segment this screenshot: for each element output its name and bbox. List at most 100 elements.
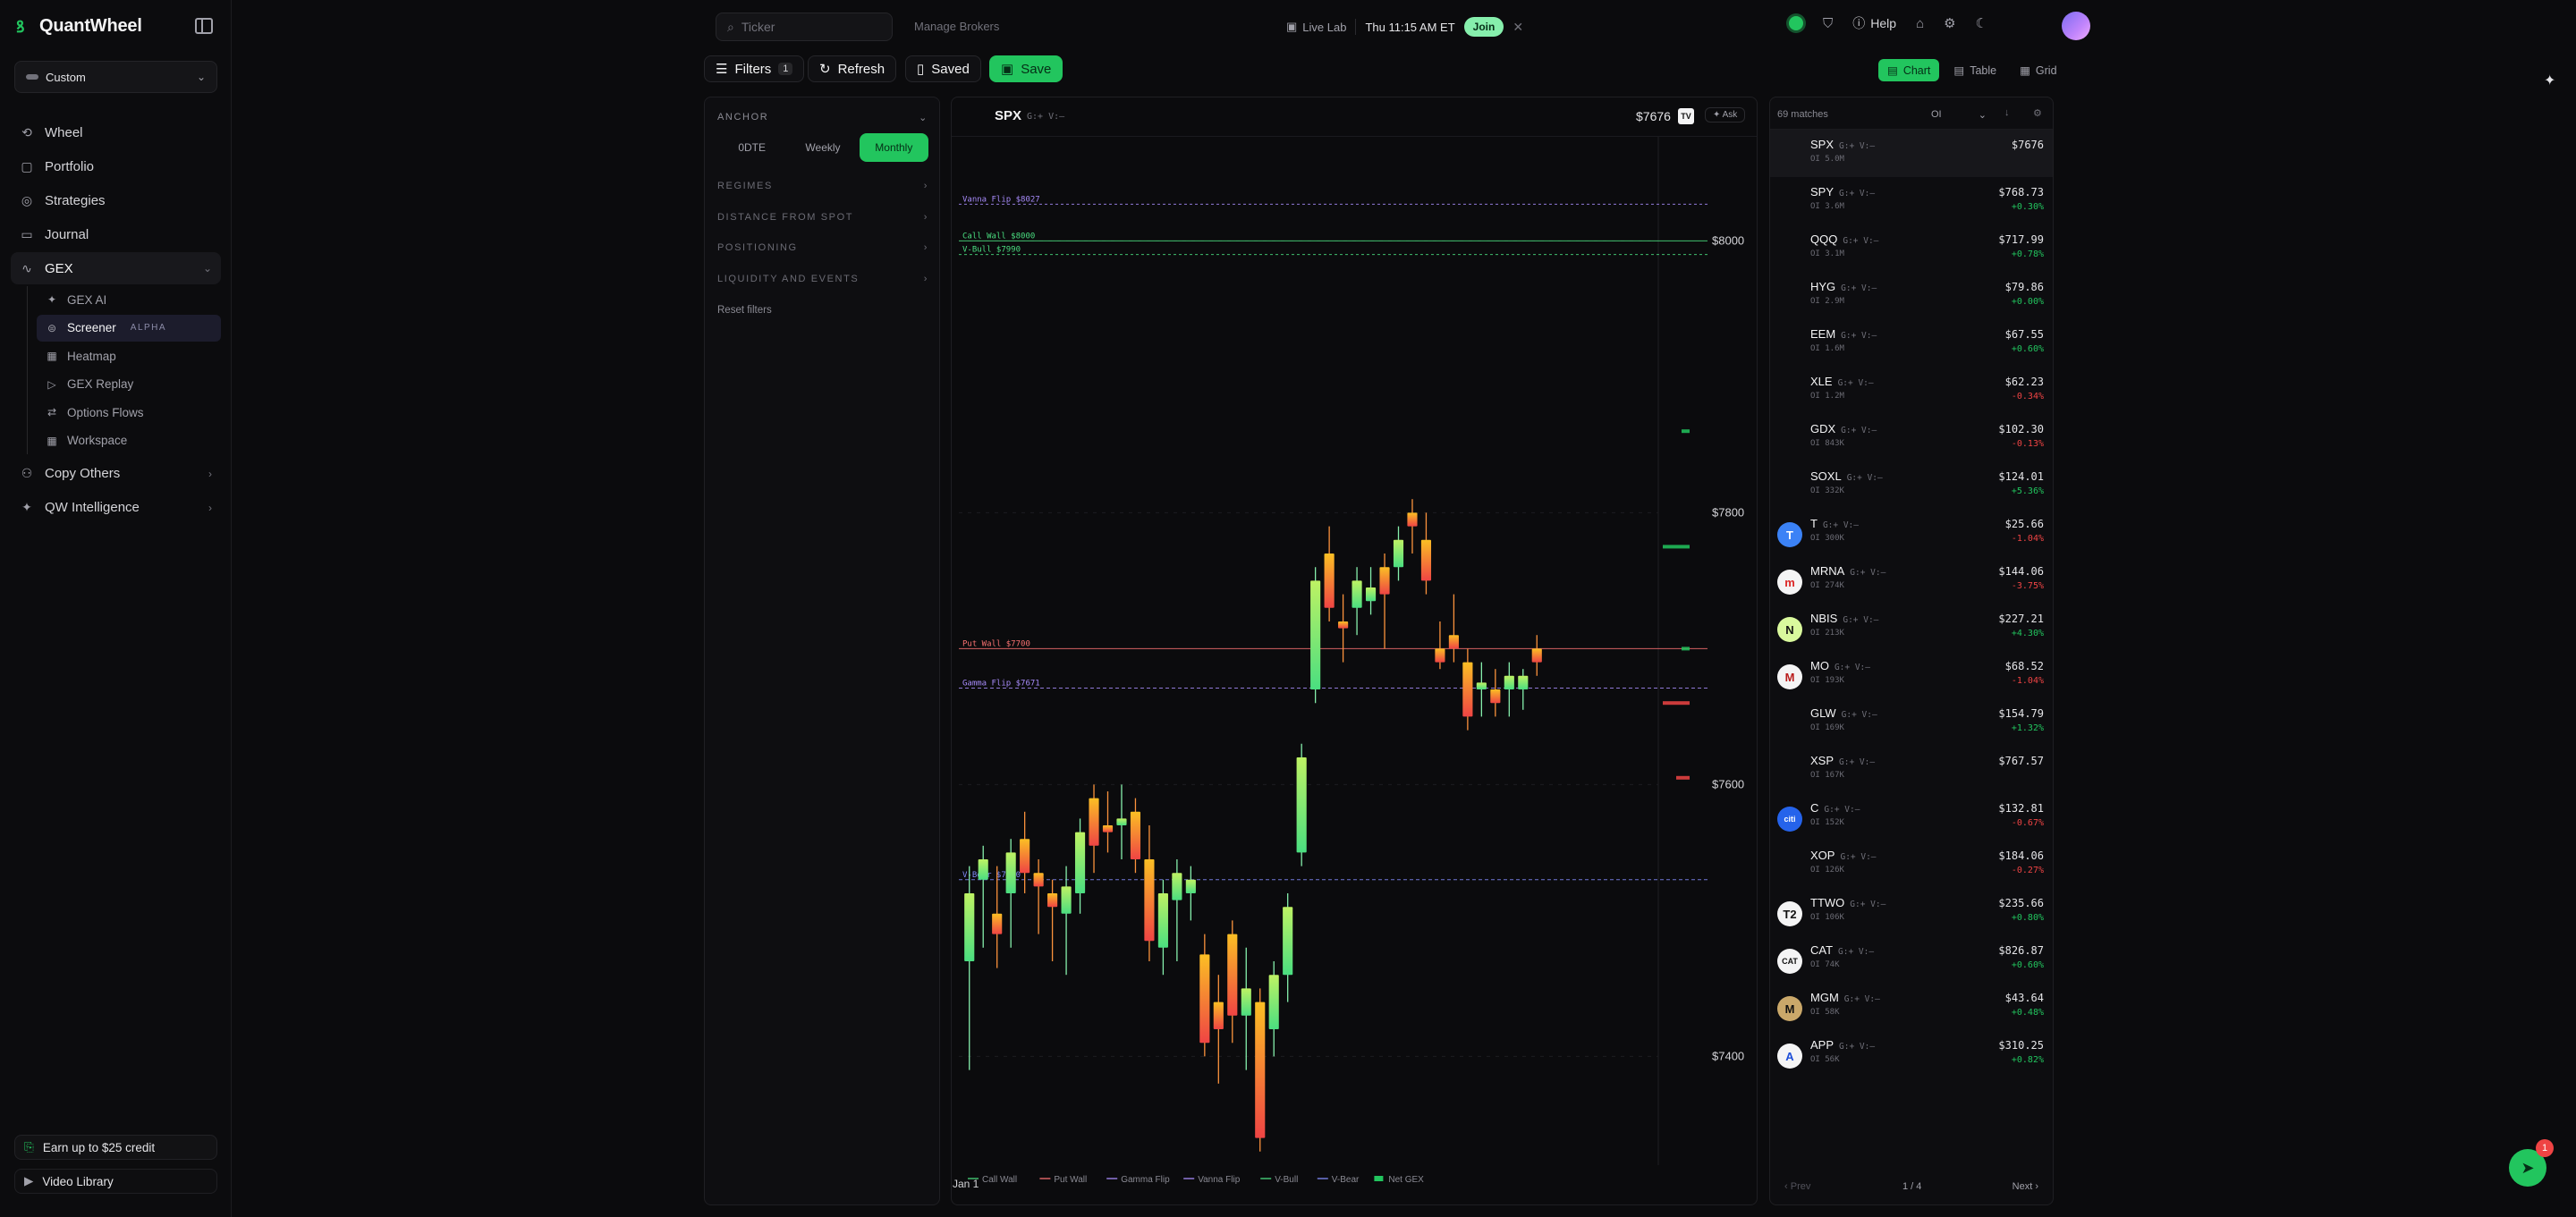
ticker-change: -0.27%: [2011, 866, 2044, 875]
close-icon[interactable]: ✕: [1513, 20, 1523, 35]
ticker-symbol-text: GDX: [1810, 422, 1836, 435]
regimes-section[interactable]: REGIMES ›: [717, 181, 928, 191]
ticker-logo-icon: A: [1777, 1044, 1802, 1069]
workspace-select[interactable]: Custom ⌄: [14, 61, 217, 93]
nav-gex-replay[interactable]: ▷ GEX Replay: [37, 371, 221, 398]
open-interest: OI 1.6M: [1810, 344, 1844, 353]
sort-select-value: OI: [1931, 109, 1942, 120]
list-item[interactable]: m MRNA G:+ V:– OI 274K $144.06 -3.75%: [1770, 556, 2053, 604]
liquidity-section[interactable]: LIQUIDITY AND EVENTS ›: [717, 274, 928, 284]
nav-wheel[interactable]: ⟲ Wheel: [11, 116, 221, 148]
list-item[interactable]: SOXL G:+ V:– OI 332K $124.01 +5.36%: [1770, 461, 2053, 509]
list-item[interactable]: SPX G:+ V:– OI 5.0M $7676: [1770, 130, 2053, 177]
candle-body: [1061, 886, 1072, 914]
list-item[interactable]: T T G:+ V:– OI 300K $25.66 -1.04%: [1770, 509, 2053, 556]
positioning-section[interactable]: POSITIONING ›: [717, 242, 928, 253]
refresh-button[interactable]: ↻ Refresh: [808, 55, 897, 82]
ask-button[interactable]: ✦ Ask: [1705, 107, 1746, 123]
ticker-symbol: MO G:+ V:–: [1810, 659, 1870, 672]
list-item[interactable]: QQQ G:+ V:– OI 3.1M $717.99 +0.78%: [1770, 224, 2053, 272]
ticker-symbol: XOP G:+ V:–: [1810, 849, 1877, 862]
anchor-monthly[interactable]: Monthly: [859, 133, 928, 162]
brand[interactable]: ꝸ QuantWheel: [16, 16, 142, 37]
nav-heatmap-label: Heatmap: [67, 349, 116, 363]
screener-list: 69 matches OI ⌄ ↓ ⚙ SPX G:+ V:– OI 5.0M $767…: [1769, 97, 2054, 1205]
list-item[interactable]: T2 TTWO G:+ V:– OI 106K $235.66 +0.80%: [1770, 888, 2053, 935]
list-item[interactable]: SPY G:+ V:– OI 3.6M $768.73 +0.30%: [1770, 177, 2053, 224]
tab-grid[interactable]: ▦ Grid: [2011, 59, 2065, 81]
list-item[interactable]: EEM G:+ V:– OI 1.6M $67.55 +0.60%: [1770, 319, 2053, 367]
tradingview-icon[interactable]: TV: [1678, 108, 1694, 124]
list-item[interactable]: XOP G:+ V:– OI 126K $184.06 -0.27%: [1770, 841, 2053, 888]
nav-qw-intelligence[interactable]: ✦ QW Intelligence ›: [11, 492, 221, 524]
sort-select[interactable]: OI ⌄: [1928, 105, 1990, 124]
live-lab-link[interactable]: ▣ Live Lab: [1286, 20, 1346, 34]
list-item[interactable]: A APP G:+ V:– OI 56K $310.25 +0.82%: [1770, 1030, 2053, 1078]
tab-chart[interactable]: ▤ Chart: [1878, 59, 1940, 81]
earn-credit-label: Earn up to $25 credit: [42, 1140, 156, 1154]
filters-button[interactable]: ☰ Filters 1: [704, 55, 805, 82]
sparkle-icon: ✦: [21, 500, 32, 514]
avatar[interactable]: [2062, 12, 2090, 40]
nav-strategies[interactable]: ◎ Strategies: [11, 184, 221, 216]
anchor-0dte[interactable]: 0DTE: [717, 133, 786, 162]
candle-body: [1352, 580, 1362, 608]
nav-workspace[interactable]: ▦ Workspace: [37, 427, 221, 454]
list-item[interactable]: M MO G:+ V:– OI 193K $68.52 -1.04%: [1770, 651, 2053, 698]
nav-gex-ai[interactable]: ✦ GEX AI: [37, 286, 221, 313]
tab-table[interactable]: ▤ Table: [1945, 59, 2005, 81]
nav-gex[interactable]: ∿ GEX ⌄: [11, 252, 221, 284]
ticker-logo-icon: M: [1777, 996, 1802, 1021]
ticker-price: $124.01: [1998, 470, 2044, 483]
nav-journal[interactable]: ▭ Journal: [11, 218, 221, 250]
settings-icon[interactable]: ⚙: [2033, 107, 2042, 119]
price-chart[interactable]: $8000 $7800 $7600 $7400 Vanna Flip $8027 Call…: [952, 137, 1758, 1205]
nav-copy-others[interactable]: ⚇ Copy Others ›: [11, 458, 221, 490]
list-item[interactable]: GDX G:+ V:– OI 843K $102.30 -0.13%: [1770, 414, 2053, 461]
moon-icon[interactable]: ☾: [1976, 15, 1987, 31]
positioning-label: POSITIONING: [717, 242, 798, 253]
list-item[interactable]: HYG G:+ V:– OI 2.9M $79.86 +0.00%: [1770, 272, 2053, 319]
list-item[interactable]: M MGM G:+ V:– OI 58K $43.64 +0.48%: [1770, 983, 2053, 1030]
filters-icon: ☰: [716, 62, 728, 77]
ticker-search-input[interactable]: ⌕ Ticker: [716, 13, 893, 41]
nav-screener[interactable]: ⊜ Screener ALPHA: [37, 314, 221, 342]
calendar-icon: ▣: [1286, 20, 1298, 33]
shield-icon[interactable]: ⛉: [1823, 16, 1833, 31]
add-panel-icon[interactable]: ✦: [2544, 72, 2555, 89]
live-lab-label: Live Lab: [1302, 20, 1347, 34]
gift-box-icon[interactable]: ⌂: [1916, 16, 1924, 31]
list-item[interactable]: XLE G:+ V:– OI 1.2M $62.23 -0.34%: [1770, 367, 2053, 414]
refresh-label: Refresh: [837, 61, 886, 77]
connection-status-icon[interactable]: [1789, 16, 1803, 30]
list-item[interactable]: GLW G:+ V:– OI 169K $154.79 +1.32%: [1770, 698, 2053, 746]
video-library-label: Video Library: [42, 1174, 114, 1188]
manage-brokers-link[interactable]: Manage Brokers: [914, 20, 999, 33]
list-item[interactable]: XSP G:+ V:– OI 167K $767.57: [1770, 746, 2053, 793]
join-button[interactable]: Join: [1463, 17, 1504, 37]
help-button[interactable]: ⓘ Help: [1852, 14, 1896, 32]
gv-tag: G:+ V:–: [1837, 378, 1874, 388]
list-item[interactable]: citi C G:+ V:– OI 152K $132.81 -0.67%: [1770, 793, 2053, 841]
list-item[interactable]: N NBIS G:+ V:– OI 213K $227.21 +4.30%: [1770, 604, 2053, 651]
sidebar-toggle-icon[interactable]: [195, 18, 213, 34]
anchor-section-header[interactable]: ANCHOR ⌄: [717, 112, 928, 123]
sort-direction-icon[interactable]: ↓: [2004, 107, 2010, 118]
distance-section[interactable]: DISTANCE FROM SPOT ›: [717, 212, 928, 223]
reset-filters-link[interactable]: Reset filters: [717, 305, 772, 316]
ticker-symbol-text: CAT: [1810, 943, 1834, 957]
chevron-right-icon: ›: [208, 467, 212, 480]
saved-button[interactable]: ▯ Saved: [905, 55, 981, 82]
prev-page-button[interactable]: ‹ Prev: [1784, 1181, 1810, 1192]
heatmap-icon: ▦: [47, 350, 57, 362]
nav-heatmap[interactable]: ▦ Heatmap: [37, 342, 221, 369]
settings-icon[interactable]: ⚙: [1944, 15, 1955, 31]
nav-portfolio[interactable]: ▢ Portfolio: [11, 150, 221, 182]
list-item[interactable]: CAT CAT G:+ V:– OI 74K $826.87 +0.60%: [1770, 935, 2053, 983]
anchor-weekly[interactable]: Weekly: [788, 133, 857, 162]
nav-options-flows[interactable]: ⇄ Options Flows: [37, 399, 221, 426]
earn-credit-button[interactable]: ⎘ Earn up to $25 credit: [14, 1135, 217, 1160]
video-library-button[interactable]: ▶ Video Library: [14, 1169, 217, 1194]
next-page-button[interactable]: Next ›: [2012, 1181, 2038, 1192]
save-button[interactable]: ▣ Save: [989, 55, 1063, 82]
